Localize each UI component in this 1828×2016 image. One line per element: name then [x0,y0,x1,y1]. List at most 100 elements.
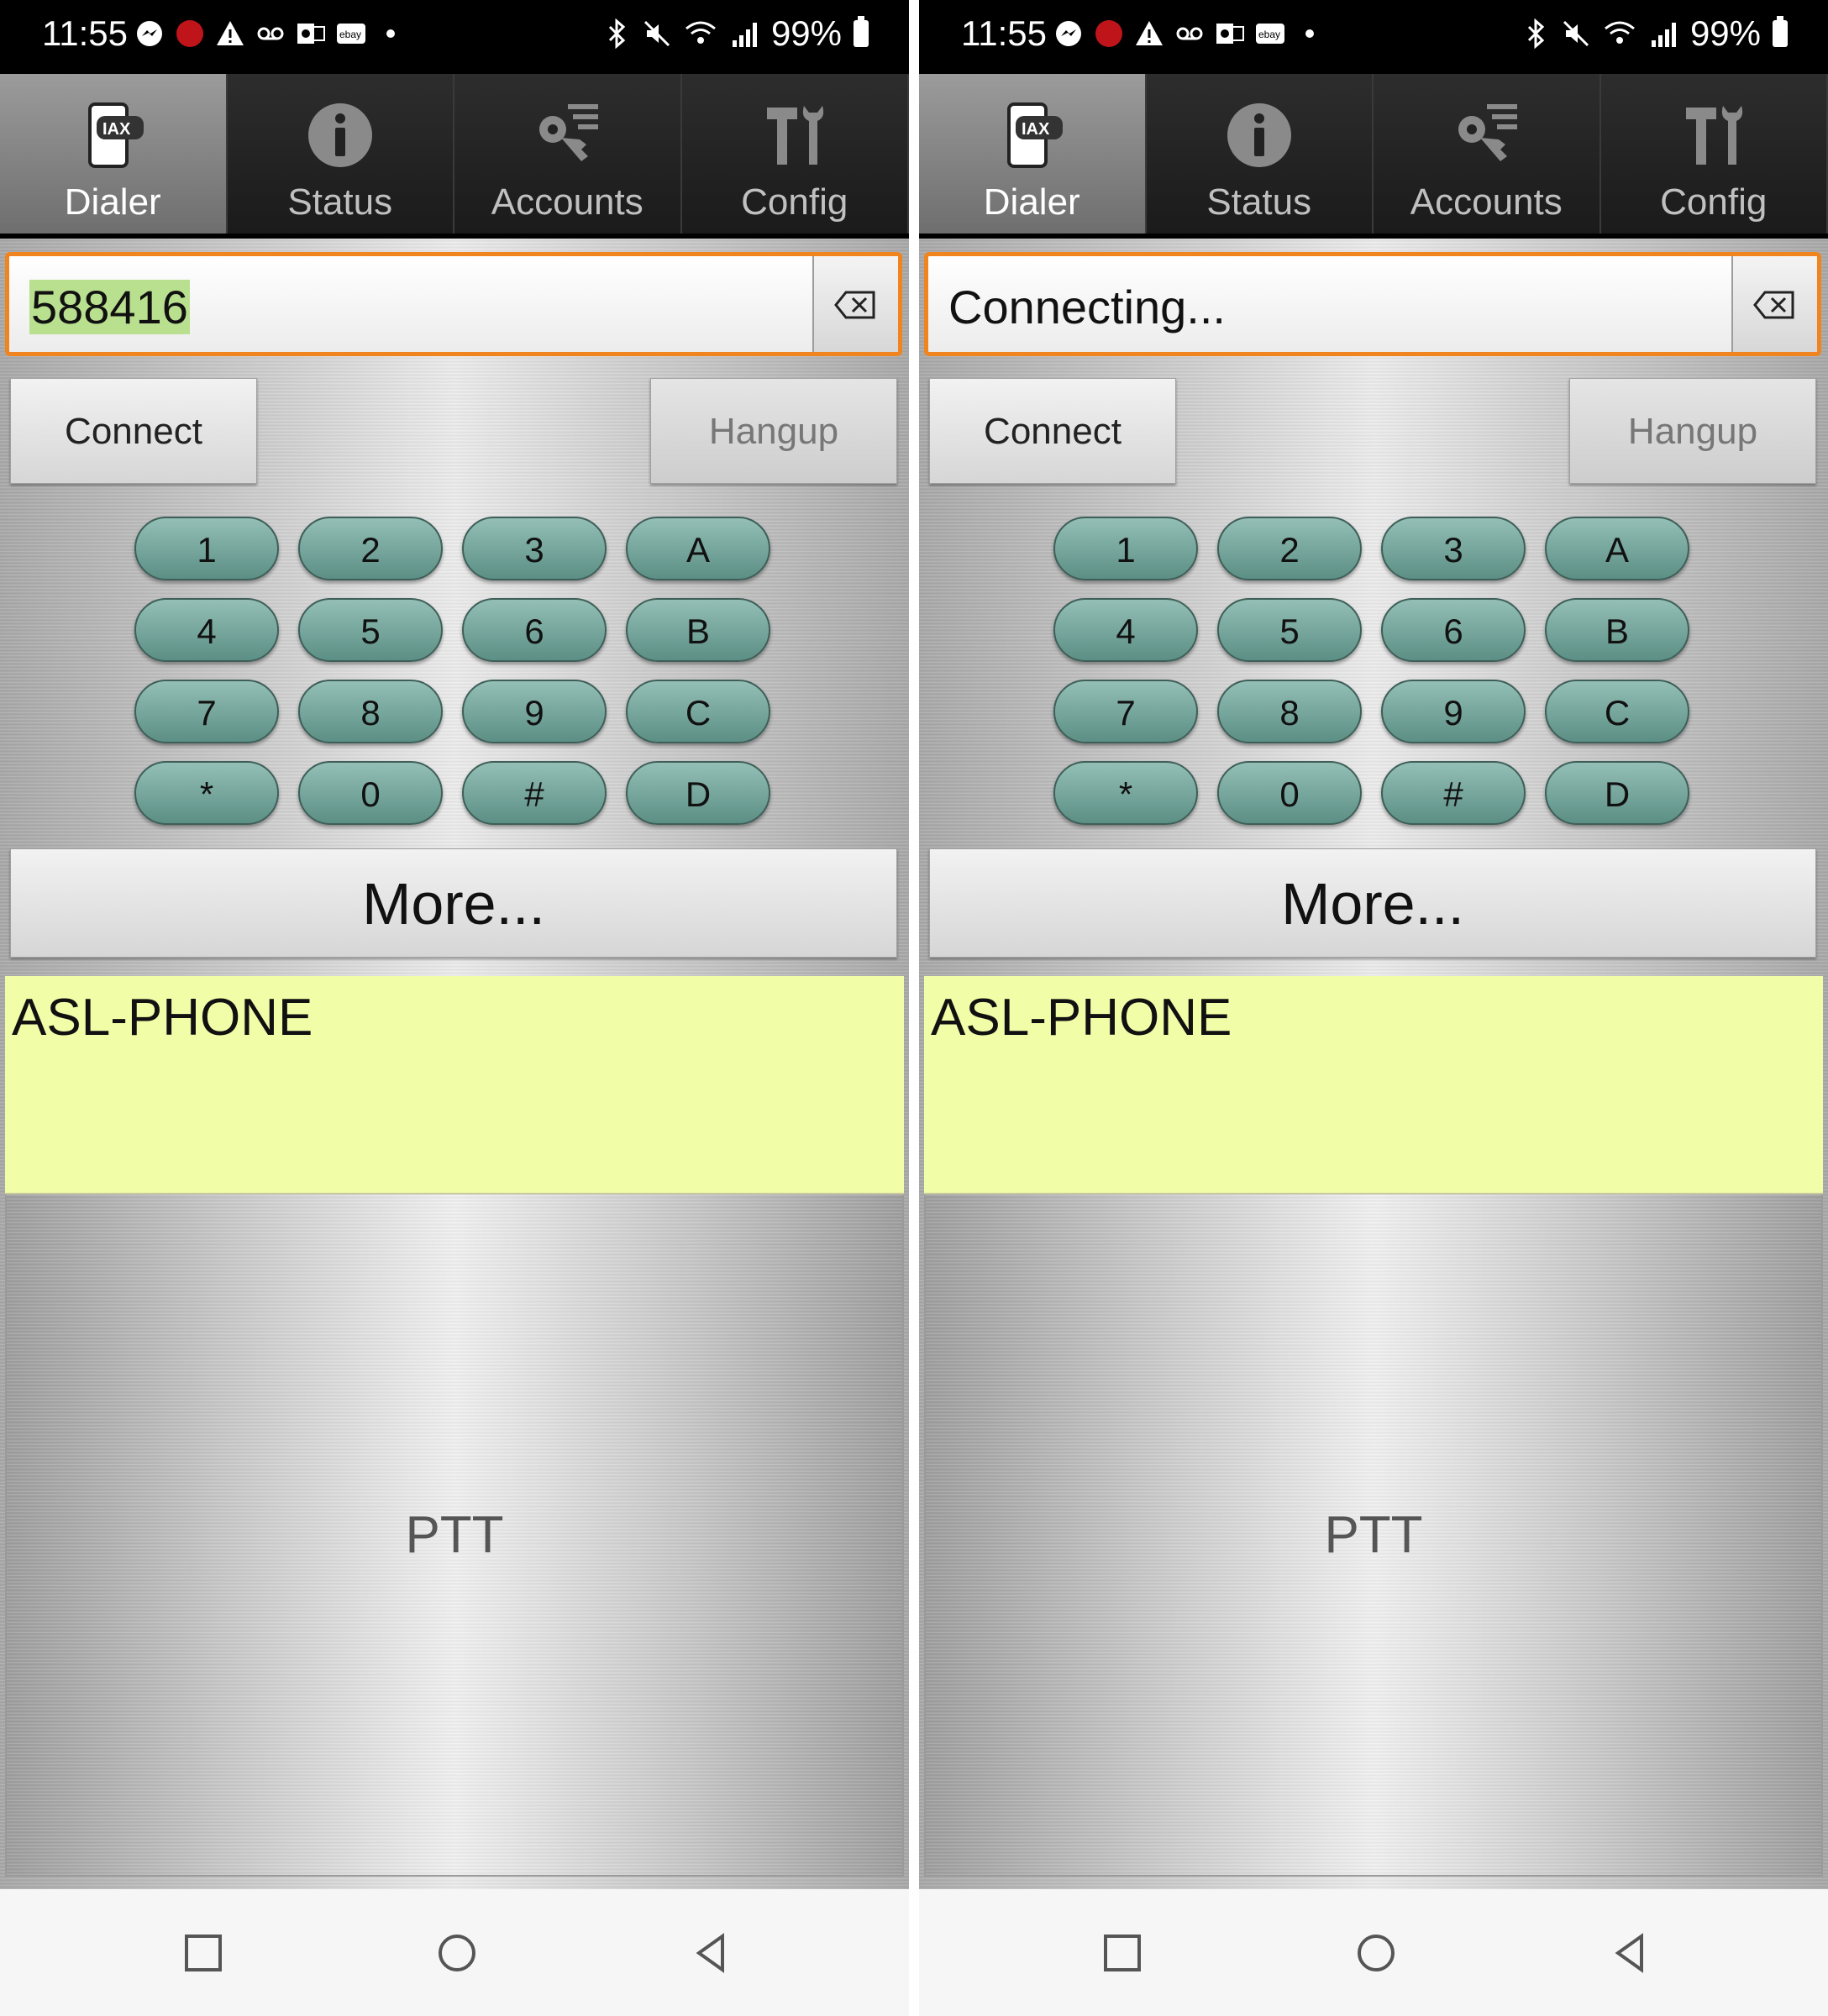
outlook-icon [1216,24,1244,44]
hangup-button[interactable]: Hangup [650,378,897,484]
key-list-icon [539,104,599,161]
keypad-key[interactable]: 8 [298,680,443,743]
tab-label: Status [287,181,393,223]
battery-percent: 99% [770,13,842,53]
svg-text:IAX: IAX [1022,120,1050,139]
square-icon[interactable] [1099,1929,1146,1977]
ptt-label: PTT [1324,1506,1423,1564]
hangup-button[interactable]: Hangup [1569,378,1816,484]
keypad-key[interactable]: 8 [1217,680,1362,743]
keypad-key[interactable]: 3 [462,517,607,580]
system-icons: 99% [603,13,869,54]
status-bar: 11:55 ebay 99% [0,0,909,74]
red-app-icon [176,20,203,47]
ptt-button[interactable]: PTT [924,1194,1823,1877]
keypad-key[interactable]: 4 [1053,598,1198,662]
keypad-key[interactable]: B [626,598,770,662]
tab-config[interactable]: Config [681,74,909,239]
tab-dialer[interactable]: IAX Dialer [0,74,228,239]
backspace-button[interactable] [812,256,898,352]
keypad-key[interactable]: 7 [1053,680,1198,743]
mute-icon [643,20,670,47]
square-icon[interactable] [180,1929,227,1977]
keypad-key[interactable]: 5 [298,598,443,662]
keypad-key[interactable]: 0 [298,761,443,825]
connect-button[interactable]: Connect [929,378,1176,484]
keypad-key[interactable]: 3 [1381,517,1526,580]
keypad-key[interactable]: 7 [134,680,279,743]
info-icon [1227,103,1291,167]
node-name: ASL-PHONE [931,989,1232,1047]
tab-accounts[interactable]: Accounts [454,74,682,239]
screenshot-left: 11:55 ebay 99% IAX Dialer Status Account… [0,0,909,2016]
keypad-key[interactable]: 4 [134,598,279,662]
keypad-key[interactable]: * [1053,761,1198,825]
keypad-key[interactable]: # [462,761,607,825]
number-entry-field[interactable]: Connecting... [924,252,1821,356]
more-button[interactable]: More... [10,848,897,958]
keypad-key[interactable]: 2 [1217,517,1362,580]
ptt-label: PTT [405,1506,504,1564]
red-app-icon [1095,20,1122,47]
keypad-key[interactable]: 9 [1381,680,1526,743]
more-notifications-dot [386,29,395,38]
ebay-icon: ebay [1256,24,1284,44]
signal-icon [732,23,757,47]
nav-bar [919,1889,1828,2016]
svg-text:IAX: IAX [102,120,131,139]
more-button[interactable]: More... [929,848,1816,958]
mute-icon [1563,20,1589,47]
backspace-icon [834,291,875,319]
keypad-key[interactable]: D [626,761,770,825]
keypad-key[interactable]: 6 [462,598,607,662]
status-time: 11:55 [961,13,1047,53]
messenger-icon [137,21,162,46]
notification-icons: ebay [134,18,395,49]
keypad-key[interactable]: 6 [1381,598,1526,662]
status-bar: 11:55 ebay 99% [919,0,1828,74]
wifi-icon [1604,21,1635,44]
battery-icon [1773,16,1788,47]
keypad-key[interactable]: 1 [1053,517,1198,580]
triangle-back-icon[interactable] [1608,1929,1655,1977]
tab-dialer[interactable]: IAX Dialer [919,74,1147,239]
backspace-button[interactable] [1731,256,1817,352]
keypad-key[interactable]: C [1545,680,1689,743]
circle-icon[interactable] [1353,1929,1400,1977]
tab-label: Dialer [64,181,161,223]
tab-status[interactable]: Status [227,74,454,239]
circle-icon[interactable] [433,1929,481,1977]
keypad-key[interactable]: C [626,680,770,743]
tab-status[interactable]: Status [1146,74,1374,239]
keypad-key[interactable]: 1 [134,517,279,580]
tab-config[interactable]: Config [1600,74,1828,239]
tab-label: Accounts [491,181,643,223]
backspace-icon [1753,291,1794,319]
status-time: 11:55 [42,13,128,53]
keypad-key[interactable]: B [1545,598,1689,662]
keypad-key[interactable]: * [134,761,279,825]
warning-icon [1136,21,1163,45]
bluetooth-icon [1527,18,1545,49]
battery-percent: 99% [1689,13,1761,53]
tab-accounts[interactable]: Accounts [1374,74,1601,239]
keypad-key[interactable]: A [626,517,770,580]
keypad-key[interactable]: 5 [1217,598,1362,662]
messenger-icon [1056,21,1081,46]
ptt-button[interactable]: PTT [5,1194,904,1877]
warning-icon [217,21,244,45]
keypad-key[interactable]: D [1545,761,1689,825]
signal-icon [1651,23,1676,47]
info-panel: ASL-PHONE [5,976,904,1194]
number-entry-field[interactable]: 588416 [5,252,902,356]
keypad-key[interactable]: 2 [298,517,443,580]
triangle-back-icon[interactable] [689,1929,736,1977]
keypad-key[interactable]: A [1545,517,1689,580]
keypad-key[interactable]: # [1381,761,1526,825]
keypad-key[interactable]: 0 [1217,761,1362,825]
keypad-key[interactable]: 9 [462,680,607,743]
notification-icons: ebay [1053,18,1314,49]
connect-button[interactable]: Connect [10,378,257,484]
battery-icon [854,16,869,47]
svg-text:ebay: ebay [339,29,361,40]
